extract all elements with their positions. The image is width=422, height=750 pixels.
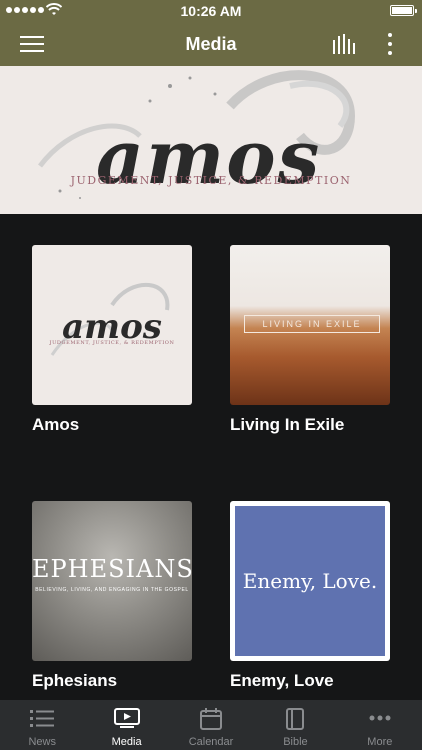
series-artwork: amos JUDGEMENT, JUSTICE, & REDEMPTION xyxy=(32,245,192,405)
banner-subtitle: JUDGEMENT, JUSTICE, & REDEMPTION xyxy=(70,174,352,187)
series-card-living-in-exile[interactable]: LIVING IN EXILE Living In Exile xyxy=(230,245,390,435)
media-grid: amos JUDGEMENT, JUSTICE, & REDEMPTION Am… xyxy=(0,214,422,700)
tab-bible[interactable]: Bible xyxy=(253,700,337,750)
tab-label: News xyxy=(28,736,56,748)
tab-label: Bible xyxy=(283,736,308,748)
book-icon xyxy=(286,708,305,730)
artwork-subtitle: BELIEVING, LIVING, AND ENGAGING IN THE G… xyxy=(35,587,189,593)
more-options-icon[interactable] xyxy=(380,30,400,58)
calendar-icon xyxy=(200,708,223,730)
tab-news[interactable]: News xyxy=(0,700,84,750)
tab-label: Media xyxy=(111,736,142,748)
series-title: Amos xyxy=(32,415,80,434)
artwork-word: Enemy, Love. xyxy=(242,569,378,593)
series-title: Ephesians xyxy=(32,671,118,690)
series-card-enemy-love[interactable]: Enemy, Love. Enemy, Love xyxy=(230,501,390,691)
series-artwork: LIVING IN EXILE xyxy=(230,245,390,405)
tab-more[interactable]: More xyxy=(338,700,422,750)
page-title: Media xyxy=(185,34,237,54)
artwork-subtitle: JUDGEMENT, JUSTICE, & REDEMPTION xyxy=(49,340,175,346)
list-icon xyxy=(30,710,55,727)
nav-bar: Media xyxy=(0,22,422,66)
series-title: Enemy, Love xyxy=(230,671,334,690)
series-card-amos[interactable]: amos JUDGEMENT, JUSTICE, & REDEMPTION Am… xyxy=(32,245,192,435)
banner-title: amos xyxy=(96,115,322,201)
tab-calendar[interactable]: Calendar xyxy=(169,700,253,750)
status-bar: 10:26 AM xyxy=(0,0,422,22)
tab-bar: News Media Calendar Bible More xyxy=(0,700,422,750)
series-title: Living In Exile xyxy=(230,415,345,434)
battery-icon xyxy=(390,5,417,16)
artwork-word: EPHESIANS xyxy=(32,555,192,583)
series-artwork: Enemy, Love. xyxy=(230,501,390,661)
series-artwork: EPHESIANS BELIEVING, LIVING, AND ENGAGIN… xyxy=(32,501,192,661)
more-icon xyxy=(369,715,391,721)
artwork-word: LIVING IN EXILE xyxy=(244,315,380,333)
series-card-ephesians[interactable]: EPHESIANS BELIEVING, LIVING, AND ENGAGIN… xyxy=(32,501,192,691)
tab-media[interactable]: Media xyxy=(84,700,168,750)
status-time: 10:26 AM xyxy=(180,3,242,19)
tab-label: More xyxy=(367,736,393,748)
play-icon xyxy=(113,708,140,728)
audio-bars-icon[interactable] xyxy=(332,34,356,54)
featured-banner[interactable]: amos JUDGEMENT, JUSTICE, & REDEMPTION xyxy=(0,66,422,214)
tab-label: Calendar xyxy=(188,736,234,748)
